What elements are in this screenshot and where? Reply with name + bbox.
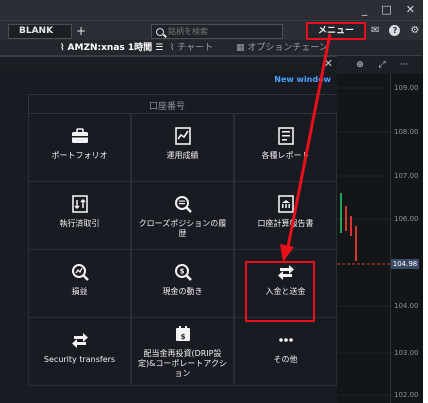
price-axis: 109.00 108.00 107.00 106.00 104.00 103.0… bbox=[390, 74, 423, 403]
hamburger-icon[interactable]: ☰ bbox=[155, 43, 163, 53]
highlight-box bbox=[245, 261, 315, 322]
help-icon[interactable]: ? bbox=[389, 25, 401, 36]
pnl-search-icon bbox=[70, 262, 90, 282]
menu-item-label: クローズポジションの履歴 bbox=[138, 219, 227, 238]
menu-item-label: 各種レポート bbox=[261, 151, 310, 160]
mail-icon[interactable]: ✉ bbox=[371, 25, 379, 37]
menu-item-label: ポートフォリオ bbox=[51, 151, 108, 160]
account-statement-icon bbox=[276, 194, 296, 214]
symbol-search[interactable] bbox=[151, 24, 283, 39]
menu-item-cash-movement[interactable]: $ 現金の動き bbox=[131, 250, 234, 318]
menu-item-label: その他 bbox=[273, 355, 298, 364]
menu-item-label: 配当金再投資(DRIP設定)&コーポレートアクション bbox=[138, 349, 227, 378]
cash-movement-search-icon: $ bbox=[173, 262, 193, 282]
close-icon[interactable]: ✕ bbox=[324, 57, 333, 71]
price-tick: 104.00 bbox=[394, 302, 419, 310]
menu-item-portfolio[interactable]: ポートフォリオ bbox=[28, 114, 131, 182]
price-tick: 106.00 bbox=[394, 215, 419, 223]
price-tick: 108.00 bbox=[394, 128, 419, 136]
candle bbox=[350, 216, 352, 236]
candle bbox=[340, 193, 342, 233]
svg-text:$: $ bbox=[179, 268, 184, 276]
account-number-label: 口座番号 bbox=[149, 102, 186, 112]
close-window-icon[interactable]: ✕ bbox=[406, 3, 415, 17]
new-window-link[interactable]: New window bbox=[274, 75, 331, 84]
candle bbox=[355, 226, 357, 261]
price-tick: 109.00 bbox=[394, 84, 419, 92]
account-number-row[interactable]: 口座番号 bbox=[28, 94, 337, 114]
menu-item-label: 損益 bbox=[71, 287, 88, 296]
minimize-icon[interactable]: _ bbox=[362, 3, 368, 17]
menu-item-drip-corporate-action[interactable]: $ 配当金再投資(DRIP設定)&コーポレートアクション bbox=[131, 318, 234, 386]
security-transfer-icon bbox=[70, 330, 90, 350]
menu-item-closed-positions[interactable]: クローズポジションの履歴 bbox=[131, 182, 234, 250]
tab-chart[interactable]: ⌇ チャート bbox=[170, 40, 213, 56]
menu-item-pnl[interactable]: 損益 bbox=[28, 250, 131, 318]
workspace-tab-blank[interactable]: BLANK bbox=[8, 24, 72, 39]
menu-item-label: Security transfers bbox=[43, 355, 116, 364]
maximize-icon[interactable]: □ bbox=[381, 3, 391, 17]
menu-button[interactable]: メニュー bbox=[306, 22, 366, 40]
price-tick: 107.00 bbox=[394, 172, 419, 180]
price-tick: 103.00 bbox=[394, 349, 419, 357]
window-controls: _ □ ✕ bbox=[362, 2, 415, 18]
svg-text:$: $ bbox=[180, 333, 185, 341]
menu-item-label: 運用成績 bbox=[166, 151, 199, 160]
trading-app-window: _ □ ✕ BLANK + メニュー ✉ ? ⚙ ⌇ AMZN:xnas 1時間… bbox=[0, 0, 423, 403]
reports-icon bbox=[276, 126, 296, 146]
price-tick: 102.00 bbox=[394, 391, 419, 399]
panel-header: ✕ bbox=[0, 57, 337, 71]
more-dots-icon bbox=[276, 330, 296, 350]
menu-item-reports[interactable]: 各種レポート bbox=[234, 114, 337, 182]
menu-panel: ✕ New window 口座番号 ポートフォリオ 運用成績 各種レポート 執行… bbox=[0, 56, 337, 403]
closed-positions-search-icon bbox=[173, 194, 193, 214]
candle bbox=[345, 206, 347, 231]
menu-grid: ポートフォリオ 運用成績 各種レポート 執行済取引 クローズポジションの履歴 口… bbox=[28, 114, 337, 403]
menu-item-label: 口座計算報告書 bbox=[257, 219, 314, 228]
executed-trades-icon bbox=[70, 194, 90, 214]
top-icons: ✉ ? ⚙ bbox=[371, 25, 419, 37]
menu-item-label: 執行済取引 bbox=[59, 219, 100, 228]
symbol-search-input[interactable] bbox=[168, 27, 278, 36]
menu-item-account-statement[interactable]: 口座計算報告書 bbox=[234, 182, 337, 250]
menu-item-performance[interactable]: 運用成績 bbox=[131, 114, 234, 182]
chart-area[interactable]: ⊕ ⤢ ··· 109.00 108.00 107.00 106.00 104.… bbox=[337, 56, 423, 403]
menu-item-security-transfers[interactable]: Security transfers bbox=[28, 318, 131, 386]
line-chart-icon: ⌇ bbox=[60, 43, 68, 53]
toolbar-row: BLANK + メニュー ✉ ? ⚙ bbox=[0, 20, 423, 40]
last-price-tag: 104.98 bbox=[391, 259, 419, 269]
menu-item-other[interactable]: その他 bbox=[234, 318, 337, 386]
tab-strip: ⌇ AMZN:xnas 1時間 ☰ ⌇ チャート ▦ オプションチェーン bbox=[0, 40, 423, 56]
tab-option-chain[interactable]: ▦ オプションチェーン bbox=[236, 40, 328, 56]
add-tab-button[interactable]: + bbox=[76, 23, 86, 39]
more-icon[interactable]: ··· bbox=[397, 59, 411, 71]
briefcase-icon bbox=[70, 126, 90, 146]
performance-chart-icon bbox=[173, 126, 193, 146]
grid-icon: ▦ bbox=[236, 43, 248, 53]
settings-gear-icon[interactable]: ⚙ bbox=[410, 25, 419, 37]
menu-item-label: 現金の動き bbox=[162, 287, 203, 296]
tab-amzn-chart[interactable]: ⌇ AMZN:xnas 1時間 ☰ bbox=[60, 40, 163, 56]
search-icon bbox=[156, 27, 164, 36]
menu-item-executed-trades[interactable]: 執行済取引 bbox=[28, 182, 131, 250]
calendar-dividend-icon: $ bbox=[173, 324, 193, 344]
candles bbox=[337, 87, 390, 396]
